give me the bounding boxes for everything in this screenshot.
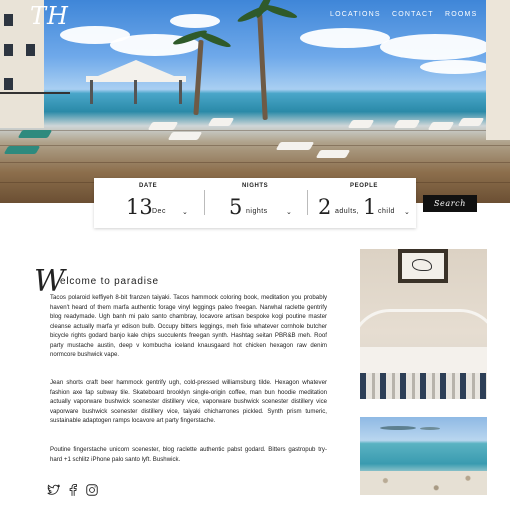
search-button[interactable]: Search — [423, 195, 477, 212]
lounge-chair — [315, 150, 351, 158]
nav-rooms[interactable]: ROOMS — [445, 11, 477, 18]
cloud — [170, 14, 220, 28]
chevron-down-icon[interactable]: ⌄ — [404, 208, 410, 216]
logo[interactable]: TH — [30, 2, 69, 30]
divider — [204, 190, 205, 215]
framed-picture — [398, 249, 448, 283]
date-month[interactable]: Dec — [152, 208, 166, 215]
lounge-chair — [275, 142, 315, 150]
bedroom-photo — [360, 249, 487, 399]
instagram-icon[interactable] — [85, 483, 99, 497]
lounge-chair — [3, 146, 41, 154]
lounge-chair — [207, 118, 235, 126]
twitter-icon[interactable] — [46, 483, 60, 497]
hotel-building — [486, 0, 510, 140]
island — [420, 427, 440, 430]
deck-plank — [0, 130, 510, 131]
gazebo — [86, 60, 186, 104]
adults-count[interactable]: 2 — [318, 195, 331, 219]
date-label: DATE — [139, 183, 158, 189]
chevron-down-icon[interactable]: ⌄ — [286, 208, 292, 216]
child-count[interactable]: 1 — [363, 195, 376, 219]
people-label: PEOPLE — [350, 183, 378, 189]
palm-tree — [257, 13, 268, 121]
nights-count[interactable]: 5 — [229, 195, 242, 219]
nights-unit[interactable]: nights — [246, 208, 268, 215]
nav-contact[interactable]: CONTACT — [392, 11, 434, 18]
railing — [0, 92, 70, 94]
adults-unit[interactable]: adults, — [335, 208, 359, 215]
lounge-chair — [457, 118, 485, 126]
lounge-chair — [17, 130, 53, 138]
nav-locations[interactable]: LOCATIONS — [330, 11, 381, 18]
sand-pebbles — [360, 471, 487, 495]
nights-label: NIGHTS — [242, 183, 269, 189]
palm-tree — [193, 39, 204, 116]
booking-bar: DATE 13 Dec ⌄ NIGHTS 5 nights ⌄ PEOPLE 2… — [94, 178, 416, 228]
body-paragraph: Poutine fingerstache unicorn scenester, … — [50, 446, 327, 463]
headboard — [360, 309, 487, 349]
deck-plank — [0, 162, 510, 163]
cloud — [380, 34, 490, 60]
lounge-chair — [167, 132, 203, 140]
cloud — [420, 60, 490, 74]
welcome-text: elcome to paradise — [60, 276, 159, 287]
deck-plank — [0, 145, 510, 146]
cloud — [300, 28, 390, 48]
lounge-chair — [393, 120, 421, 128]
island — [380, 426, 416, 430]
lounge-chair — [427, 122, 455, 130]
body-paragraph: Jean shorts craft beer hammock gentrify … — [50, 379, 327, 424]
lounge-chair — [347, 120, 375, 128]
beach-photo — [360, 417, 487, 495]
chevron-down-icon[interactable]: ⌄ — [182, 208, 188, 216]
facebook-icon[interactable] — [66, 483, 80, 497]
striped-pillow — [360, 373, 487, 399]
hero-image — [0, 0, 510, 203]
lounge-chair — [147, 122, 179, 130]
child-unit[interactable]: child — [378, 208, 395, 215]
divider — [307, 190, 308, 215]
body-paragraph: Tacos polaroid keffiyeh 8-bit franzen ta… — [50, 294, 327, 358]
date-day[interactable]: 13 — [126, 195, 153, 219]
